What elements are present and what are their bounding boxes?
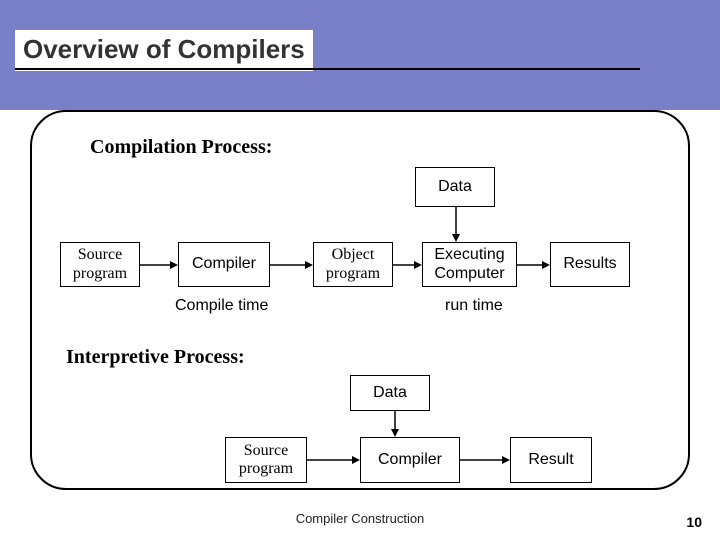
- executing-computer-box: Executing Computer: [422, 242, 517, 287]
- data-box-2: Data: [350, 375, 430, 411]
- object-program-box: Object program: [313, 242, 393, 287]
- arrow-source-compiler: [140, 263, 178, 267]
- content-frame: Compilation Process: Data Source program…: [30, 110, 690, 490]
- compilation-diagram: Data Source program Compiler Object prog…: [60, 167, 660, 332]
- arrow-compiler-result-2: [460, 458, 510, 462]
- compile-time-label: Compile time: [175, 297, 268, 315]
- footer-text: Compiler Construction: [0, 511, 720, 526]
- compiler-box-2: Compiler: [360, 437, 460, 483]
- source-program-box: Source program: [60, 242, 140, 287]
- result-box-2: Result: [510, 437, 592, 483]
- arrow-data-to-exec: [455, 207, 457, 242]
- section1-title: Compilation Process:: [90, 136, 660, 159]
- arrow-source-compiler-2: [307, 458, 360, 462]
- section2-title: Interpretive Process:: [66, 346, 660, 369]
- arrow-data-to-compiler-2: [394, 411, 396, 437]
- header-band: Overview of Compilers: [0, 0, 720, 110]
- title-underline: [15, 68, 640, 70]
- arrow-object-exec: [393, 263, 422, 267]
- compiler-box: Compiler: [178, 242, 270, 287]
- source-program-box-2: Source program: [225, 437, 307, 483]
- interpretive-diagram: Data Source program Compiler Result: [60, 375, 660, 490]
- arrow-exec-results: [517, 263, 550, 267]
- page-number: 10: [686, 514, 702, 530]
- slide-title: Overview of Compilers: [15, 30, 313, 71]
- results-box: Results: [550, 242, 630, 287]
- run-time-label: run time: [445, 297, 503, 315]
- data-box: Data: [415, 167, 495, 207]
- arrow-compiler-object: [270, 263, 313, 267]
